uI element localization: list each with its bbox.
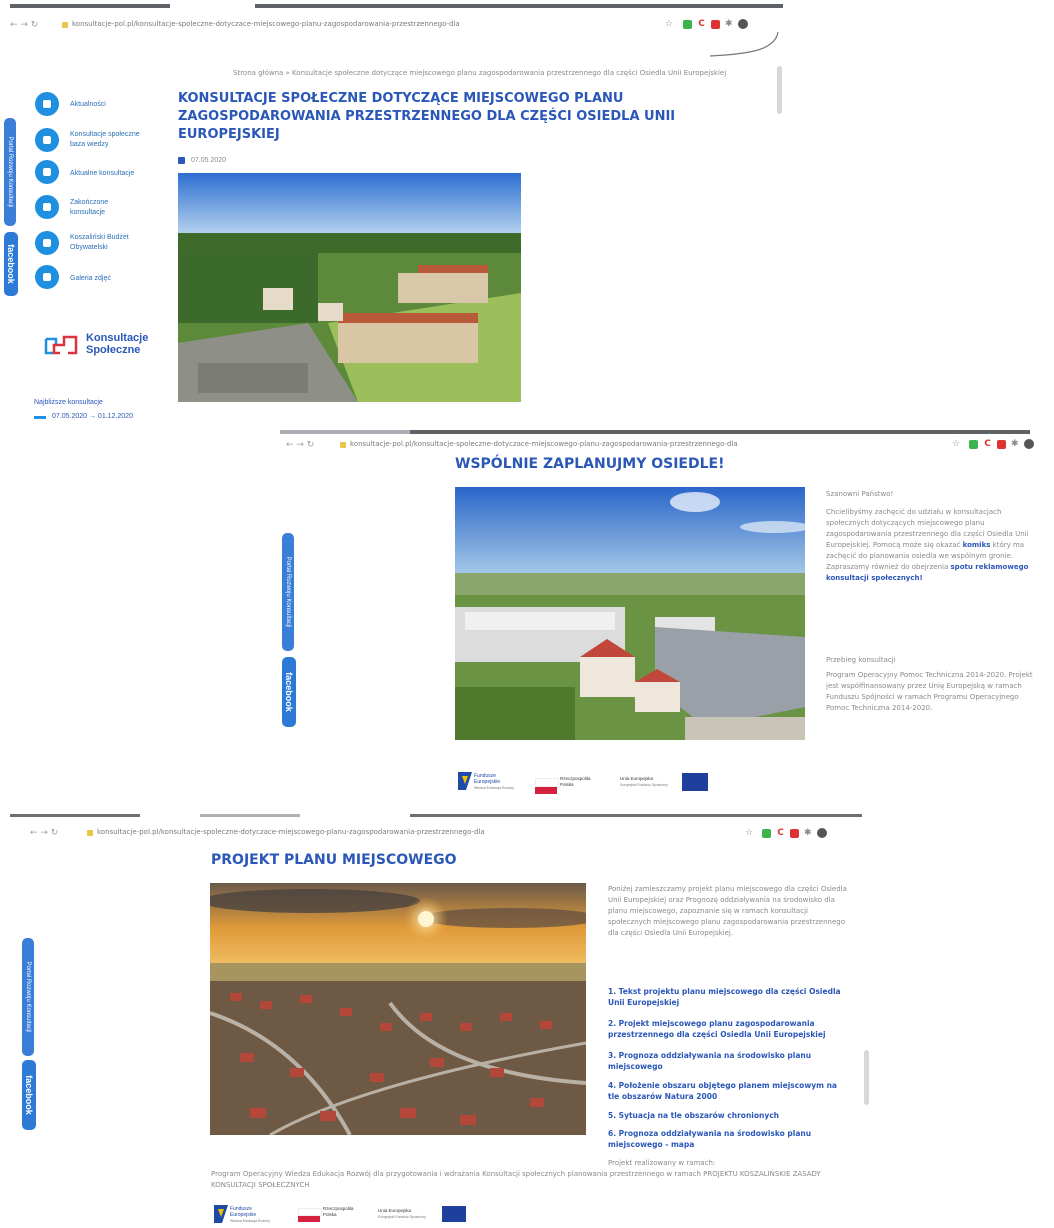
tab-strip bbox=[255, 4, 783, 8]
puzzle-icon[interactable]: ✱ bbox=[804, 828, 812, 838]
facebook-tab[interactable]: facebook bbox=[282, 657, 296, 727]
greeting: Szanowni Państwo! bbox=[826, 490, 894, 498]
intro-paragraph: Chcielibyśmy zachęcić do udziału w konsu… bbox=[826, 508, 1029, 582]
eu-stars-icon bbox=[682, 773, 708, 791]
document-link-5[interactable]: 5. Sytuacja na tle obszarów chronionych bbox=[608, 1110, 848, 1121]
fe-star-icon bbox=[458, 772, 472, 790]
aerial-photo-estate bbox=[178, 173, 521, 402]
project-note: Projekt realizowany w ramach: bbox=[608, 1159, 716, 1167]
extension-red-icon[interactable] bbox=[711, 20, 720, 29]
profile-avatar[interactable] bbox=[1024, 439, 1034, 449]
poland-flag-logo: Rzeczpospolita Polska bbox=[535, 776, 591, 794]
sidebar-item-news[interactable]: Aktualności bbox=[70, 100, 106, 110]
section2-title: Przebieg konsultacji bbox=[826, 656, 896, 664]
tab-strip bbox=[280, 430, 410, 434]
scrollbar[interactable] bbox=[777, 66, 782, 114]
upcoming-range: 07.05.2020 → 01.12.2020 bbox=[52, 413, 133, 420]
section-title-plan-project: PROJEKT PLANU MIEJSCOWEGO bbox=[211, 852, 457, 868]
extension-c-icon[interactable]: C bbox=[697, 20, 706, 29]
document-link-3[interactable]: 3. Prognoza oddziaływania na środowisko … bbox=[608, 1050, 848, 1072]
puzzle-icon[interactable]: ✱ bbox=[725, 19, 733, 29]
post-date: 07.05.2020 bbox=[191, 157, 227, 164]
profile-avatar[interactable] bbox=[738, 19, 748, 29]
konsultacje-logo-icon bbox=[44, 335, 78, 355]
tab-strip bbox=[200, 814, 300, 817]
aerial-photo-sunset bbox=[210, 883, 586, 1135]
profile-avatar[interactable] bbox=[817, 828, 827, 838]
logo-text: Konsultacje Społeczne bbox=[86, 332, 149, 356]
address-bar[interactable]: konsultacje-pol.pl/konsultacje-spoleczne… bbox=[350, 440, 750, 448]
lock-icon bbox=[87, 830, 93, 836]
tab-strip bbox=[10, 814, 140, 817]
extension-c-icon[interactable]: C bbox=[983, 440, 992, 449]
tab-strip bbox=[10, 4, 170, 8]
document-link-6[interactable]: 6. Prognoza oddziaływania na środowisko … bbox=[608, 1128, 848, 1150]
aerial-photo-osiedle bbox=[455, 487, 805, 740]
extension-c-icon[interactable]: C bbox=[776, 829, 785, 838]
document-link-1[interactable]: 1. Tekst projektu planu miejscowego dla … bbox=[608, 986, 848, 1008]
address-bar[interactable]: konsultacje-pol.pl/konsultacje-spoleczne… bbox=[72, 20, 472, 28]
fundusze-europejskie-logo: Fundusze Europejskie Wiedza Edukacja Roz… bbox=[458, 772, 514, 795]
wallet-icon[interactable] bbox=[35, 231, 59, 255]
upcoming-label: Najbliższe konsultacje bbox=[34, 399, 103, 406]
page-title: KONSULTACJE SPOŁECZNE DOTYCZĄCE MIEJSCOW… bbox=[178, 91, 676, 142]
chat-icon[interactable] bbox=[35, 160, 59, 184]
back-icon[interactable]: ← → ↻ bbox=[30, 828, 58, 838]
fundusze-europejskie-logo: Fundusze Europejskie Wiedza Edukacja Roz… bbox=[214, 1205, 270, 1228]
extension-icon[interactable] bbox=[969, 440, 978, 449]
upcoming-bar bbox=[34, 416, 46, 419]
sidebar-item-finished[interactable]: Zakończone konsultacje bbox=[70, 198, 130, 218]
extension-icon[interactable] bbox=[683, 20, 692, 29]
side-tab-portal[interactable]: Portal Rozwoju Konsultacji bbox=[282, 533, 294, 651]
sidebar-item-current[interactable]: Aktualne konsultacje bbox=[70, 169, 134, 179]
sidebar-item-knowledge[interactable]: Konsultacje społeczne baza wiedzy bbox=[70, 130, 152, 150]
scrollbar[interactable] bbox=[864, 1050, 869, 1105]
tab-strip bbox=[410, 814, 862, 817]
puzzle-icon[interactable]: ✱ bbox=[1011, 439, 1019, 449]
back-icon[interactable]: ← → ↻ bbox=[10, 20, 38, 30]
side-tab-portal[interactable]: Portal Rozwoju Konsultacji bbox=[22, 938, 34, 1056]
lock-icon bbox=[340, 442, 346, 448]
comic-link[interactable]: komiks bbox=[963, 541, 991, 549]
bookmark-star-icon[interactable]: ☆ bbox=[952, 439, 960, 449]
side-tab-portal[interactable]: Portal Rozwoju Konsultacji bbox=[4, 118, 16, 226]
bookmark-star-icon[interactable]: ☆ bbox=[665, 19, 673, 29]
document-link-4[interactable]: 4. Położenie obszaru objętego planem mie… bbox=[608, 1080, 848, 1102]
poland-flag-logo: Rzeczpospolita Polska bbox=[298, 1206, 354, 1222]
facebook-tab[interactable]: facebook bbox=[22, 1060, 36, 1130]
lock-icon bbox=[62, 22, 68, 28]
book-icon[interactable] bbox=[35, 128, 59, 152]
tab-strip bbox=[410, 430, 1030, 434]
tab-curve bbox=[709, 31, 779, 57]
eu-stars-icon bbox=[442, 1206, 466, 1222]
section2-text: Program Operacyjny Pomoc Techniczna 2014… bbox=[826, 671, 1033, 712]
footer-text: Program Operacyjny Wiedza Edukacja Rozwó… bbox=[211, 1170, 821, 1189]
facebook-tab[interactable]: facebook bbox=[4, 232, 18, 296]
breadcrumb[interactable]: Strona główna » Konsultacje społeczne do… bbox=[233, 69, 773, 77]
document-link-2[interactable]: 2. Projekt miejscowego planu zagospodaro… bbox=[608, 1018, 848, 1040]
sidebar-item-budget[interactable]: Koszaliński Budżet Obywatelski bbox=[70, 233, 150, 253]
back-icon[interactable]: ← → ↻ bbox=[286, 440, 314, 450]
bookmark-star-icon[interactable]: ☆ bbox=[745, 828, 753, 838]
calendar-icon bbox=[178, 157, 185, 164]
camera-icon[interactable] bbox=[35, 265, 59, 289]
fe-star-icon bbox=[214, 1205, 228, 1223]
extension-red-icon[interactable] bbox=[997, 440, 1006, 449]
extension-red-icon[interactable] bbox=[790, 829, 799, 838]
check-icon[interactable] bbox=[35, 195, 59, 219]
address-bar[interactable]: konsultacje-pol.pl/konsultacje-spoleczne… bbox=[97, 828, 517, 836]
sidebar-item-gallery[interactable]: Galeria zdjęć bbox=[70, 274, 111, 284]
megaphone-icon[interactable] bbox=[35, 92, 59, 116]
plan-intro: Poniżej zamieszczamy projekt planu miejs… bbox=[608, 885, 847, 937]
extension-icon[interactable] bbox=[762, 829, 771, 838]
section-title-plan-together: WSPÓLNIE ZAPLANUJMY OSIEDLE! bbox=[455, 456, 725, 472]
